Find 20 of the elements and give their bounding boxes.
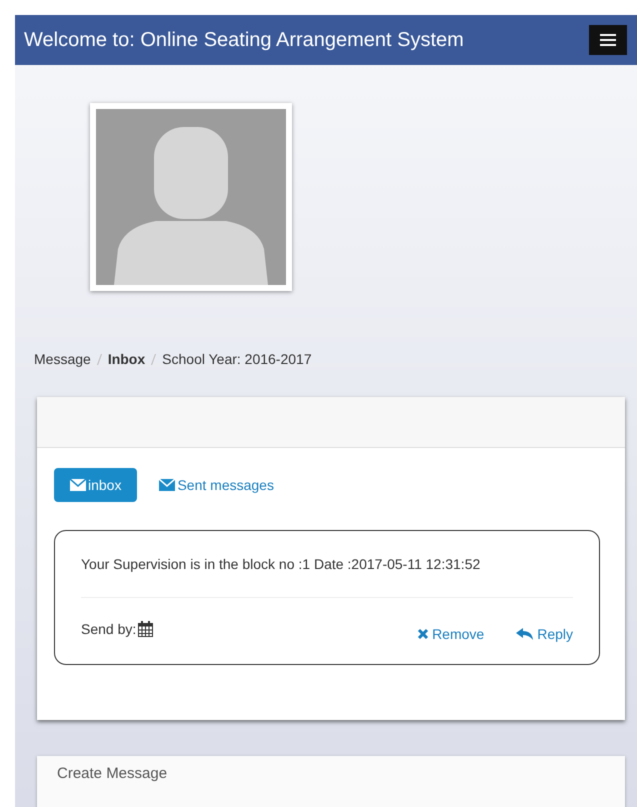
separator-icon xyxy=(151,354,156,364)
site-title: Welcome to: Online Seating Arrangement System xyxy=(24,28,465,52)
message-tab[interactable]: inbox xyxy=(54,468,138,502)
sender-label: Send by: xyxy=(81,621,136,637)
close-icon xyxy=(417,628,430,640)
calendar-icon xyxy=(138,621,154,637)
envelope-icon xyxy=(159,479,176,491)
menu-button[interactable] xyxy=(589,25,627,55)
message-tab[interactable]: Sent messages xyxy=(143,468,290,502)
reply-icon xyxy=(516,628,534,640)
envelope-icon xyxy=(70,479,86,491)
breadcrumb-item[interactable]: Inbox xyxy=(108,351,146,367)
breadcrumb-item[interactable]: Message xyxy=(34,351,91,367)
message-text: Your Supervision is in the block no :1 Date :2017-05-11 12:31:52 xyxy=(81,531,573,598)
breadcrumb-item[interactable]: School Year: 2016-2017 xyxy=(162,351,312,367)
separator-icon xyxy=(96,354,102,364)
menu-icon xyxy=(600,34,616,46)
remove-link[interactable]: Remove xyxy=(417,626,484,642)
card-title: Create Message xyxy=(57,765,168,782)
reply-link[interactable]: Reply xyxy=(516,626,573,642)
